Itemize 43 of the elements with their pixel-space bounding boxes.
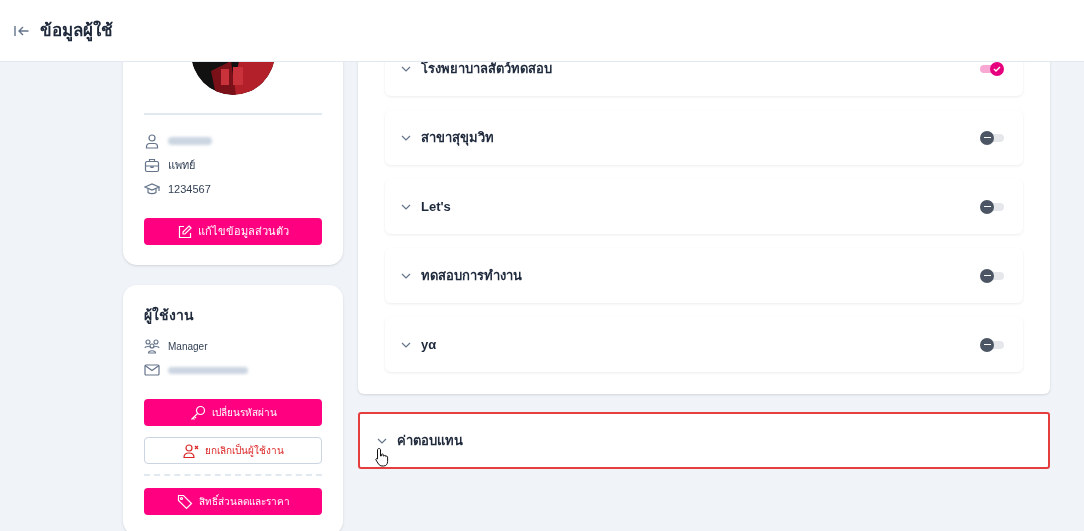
branch-row[interactable]: ทดสอบการทำงาน xyxy=(385,248,1023,303)
edit-profile-button[interactable]: แก้ไขข้อมูลส่วนตัว xyxy=(144,218,322,245)
mail-icon xyxy=(144,362,160,378)
back-icon[interactable] xyxy=(14,24,30,37)
toggle-switch[interactable] xyxy=(980,62,1004,76)
blurred-name xyxy=(168,137,212,145)
role-text: Manager xyxy=(168,339,208,354)
branch-name: yα xyxy=(421,335,438,354)
branch-row[interactable]: สาขาสุขุมวิท xyxy=(385,110,1023,165)
branch-name: สาขาสุขุมวิท xyxy=(421,128,495,148)
chevron-down-icon xyxy=(401,203,411,210)
toggle-switch[interactable] xyxy=(980,337,1004,352)
edit-icon xyxy=(177,224,192,239)
discount-button[interactable]: สิทธิ์ส่วนลดและราคา xyxy=(144,488,322,515)
toggle-switch[interactable] xyxy=(980,130,1004,145)
tag-icon xyxy=(176,493,193,510)
branch-row[interactable]: yα xyxy=(385,317,1023,372)
compensation-section[interactable]: ค่าตอบแทน xyxy=(358,412,1050,469)
revoke-user-button[interactable]: ยกเลิกเป็นผู้ใช้งาน xyxy=(144,437,322,464)
key-icon xyxy=(189,404,206,421)
branch-name: ทดสอบการทำงาน xyxy=(421,266,523,285)
chevron-down-icon xyxy=(401,272,411,279)
remove-user-icon xyxy=(182,442,199,459)
branch-row[interactable]: Let's xyxy=(385,179,1023,234)
chevron-down-icon xyxy=(401,134,411,141)
page-title: ข้อมูลผู้ใช้ xyxy=(40,19,113,44)
toggle-switch[interactable] xyxy=(980,199,1004,214)
graduation-cap-icon xyxy=(144,181,160,197)
hand-cursor-icon xyxy=(375,447,390,467)
info-text: แพทย์ xyxy=(168,157,195,173)
chevron-down-icon xyxy=(377,437,387,444)
person-icon xyxy=(144,133,160,149)
change-password-button[interactable]: เปลี่ยนรหัสผ่าน xyxy=(144,399,322,426)
card-title: ผู้ใช้งาน xyxy=(144,305,195,326)
info-text: 1234567 xyxy=(168,181,211,197)
check-icon xyxy=(993,64,1001,73)
chevron-down-icon xyxy=(401,65,411,72)
chevron-down-icon xyxy=(401,341,411,348)
group-icon xyxy=(144,338,160,354)
branch-name: Let's xyxy=(421,197,452,216)
toggle-switch[interactable] xyxy=(980,268,1004,283)
briefcase-icon xyxy=(144,157,160,173)
section-title: ค่าตอบแทน xyxy=(397,431,463,450)
